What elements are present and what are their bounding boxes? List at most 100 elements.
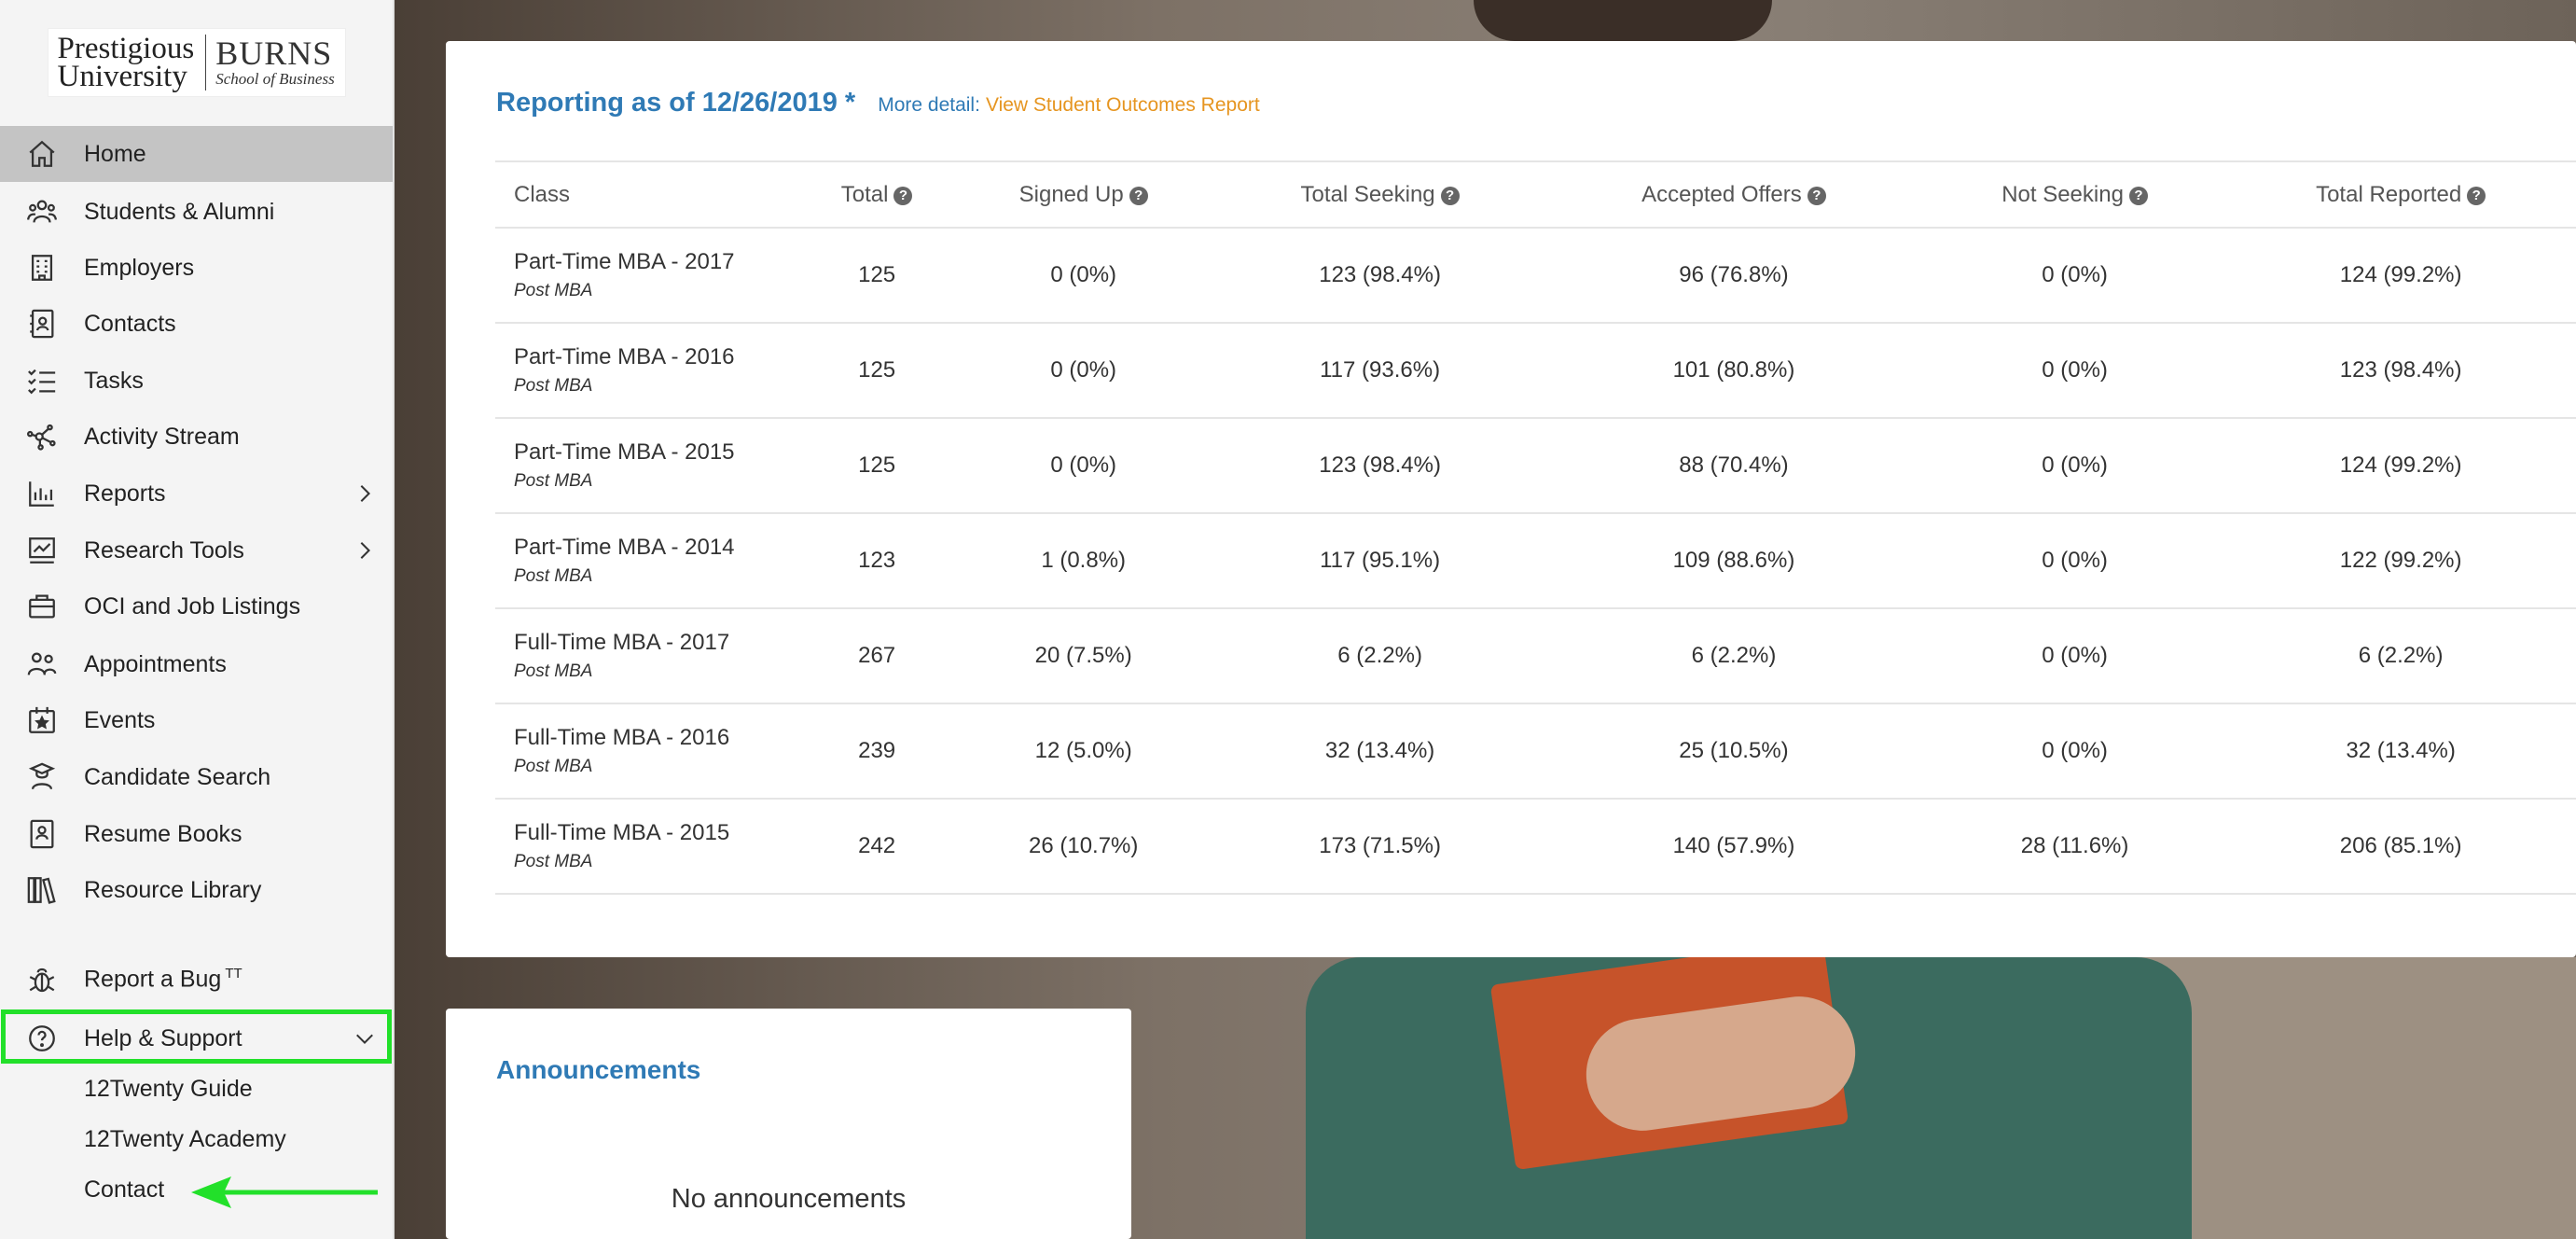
sidebar-item-report-bug[interactable]: Report a Bug TT xyxy=(0,952,393,1008)
total-cell: 267 xyxy=(858,643,896,668)
total-reported-cell: 206 (85.1%) xyxy=(2339,833,2462,858)
accepted-offers-cell: 96 (76.8%) xyxy=(1679,262,1789,287)
column-header-label: Total xyxy=(840,181,889,207)
table-row[interactable]: Full-Time MBA - 2015 Post MBA 242 26 (10.… xyxy=(495,799,2576,894)
class-cell: Part-Time MBA - 2014 Post MBA xyxy=(495,513,803,608)
column-header-not-seeking[interactable]: Not Seeking? xyxy=(1924,161,2225,228)
resume-book-icon xyxy=(0,818,84,850)
question-icon[interactable]: ? xyxy=(893,186,913,205)
accepted-offers-cell: 88 (70.4%) xyxy=(1679,452,1789,478)
sidebar-item-candidate-search[interactable]: Candidate Search xyxy=(0,749,393,805)
table-row[interactable]: Part-Time MBA - 2017 Post MBA 125 0 (0%) … xyxy=(495,228,2576,323)
total-cell: 239 xyxy=(858,738,896,763)
sidebar-item-home[interactable]: Home xyxy=(0,126,393,182)
signed-up-cell: 0 (0%) xyxy=(1050,262,1117,287)
sidebar-item-oci-job-listings[interactable]: OCI and Job Listings xyxy=(0,578,393,634)
column-header-label: Total Reported xyxy=(2316,181,2462,207)
signed-up-cell: 0 (0%) xyxy=(1050,452,1117,478)
table-row[interactable]: Full-Time MBA - 2017 Post MBA 267 20 (7.5… xyxy=(495,608,2576,703)
sidebar-item-label: Resume Books xyxy=(84,820,242,847)
sidebar-item-resume-books[interactable]: Resume Books xyxy=(0,806,393,862)
class-name: Full-Time MBA - 2017 xyxy=(514,630,730,655)
class-name: Part-Time MBA - 2015 xyxy=(514,439,735,465)
question-icon[interactable]: ? xyxy=(2467,186,2486,205)
green-arrow-annotation xyxy=(191,1176,378,1208)
sidebar-item-tasks[interactable]: Tasks xyxy=(0,353,393,409)
question-icon[interactable]: ? xyxy=(1440,186,1460,205)
calendar-star-icon xyxy=(0,704,84,736)
school-logo[interactable]: Prestigious University BURNS School of B… xyxy=(47,27,346,97)
sidebar-item-appointments[interactable]: Appointments xyxy=(0,636,393,692)
table-row[interactable]: Part-Time MBA - 2015 Post MBA 125 0 (0%) … xyxy=(495,418,2576,513)
logo-area: Prestigious University BURNS School of B… xyxy=(0,0,393,124)
class-subtitle: Post MBA xyxy=(514,852,593,871)
column-header-signed-up[interactable]: Signed Up? xyxy=(950,161,1216,228)
signed-up-cell: 0 (0%) xyxy=(1050,357,1117,383)
column-header-label: Not Seeking xyxy=(2001,181,2124,207)
class-subtitle: Post MBA xyxy=(514,757,593,776)
sidebar-item-contacts[interactable]: Contacts xyxy=(0,296,393,352)
sidebar-item-employers[interactable]: Employers xyxy=(0,240,393,296)
question-icon[interactable]: ? xyxy=(1129,186,1148,205)
table-row[interactable]: Part-Time MBA - 2014 Post MBA 123 1 (0.8%… xyxy=(495,513,2576,608)
building-icon xyxy=(0,252,84,284)
column-header-total[interactable]: Total? xyxy=(803,161,950,228)
accepted-offers-cell: 140 (57.9%) xyxy=(1672,833,1795,858)
total-cell: 125 xyxy=(858,357,896,383)
signed-up-cell: 20 (7.5%) xyxy=(1034,643,1132,668)
bar-chart-icon xyxy=(0,478,84,509)
column-header-total-reported[interactable]: Total Reported? xyxy=(2225,161,2576,228)
class-name: Part-Time MBA - 2016 xyxy=(514,344,735,369)
not-seeking-cell: 0 (0%) xyxy=(2042,643,2108,668)
library-icon xyxy=(0,874,84,906)
reporting-card: Reporting as of 12/26/2019 * More detail… xyxy=(446,41,2576,957)
column-header-accepted-offers[interactable]: Accepted Offers? xyxy=(1544,161,1924,228)
help-sub-item-contact[interactable]: Contact xyxy=(84,1176,164,1204)
table-row[interactable]: Full-Time MBA - 2016 Post MBA 239 12 (5.0… xyxy=(495,703,2576,799)
question-icon[interactable]: ? xyxy=(1807,186,1826,205)
table-row[interactable]: Part-Time MBA - 2016 Post MBA 125 0 (0%) … xyxy=(495,323,2576,418)
class-name: Part-Time MBA - 2017 xyxy=(514,249,735,274)
student-outcomes-report-link[interactable]: View Student Outcomes Report xyxy=(986,94,1260,117)
report-bug-label: Report a Bug TT xyxy=(84,966,393,993)
column-header-label: Total Seeking xyxy=(1300,181,1435,207)
total-cell: 125 xyxy=(858,452,896,478)
sidebar-item-research-tools[interactable]: Research Tools xyxy=(0,522,393,578)
sidebar-item-label: Employers xyxy=(84,254,195,281)
sidebar-item-events[interactable]: Events xyxy=(0,692,393,748)
sidebar-item-resource-library[interactable]: Resource Library xyxy=(0,862,393,918)
column-header-total-seeking[interactable]: Total Seeking? xyxy=(1216,161,1544,228)
class-name: Full-Time MBA - 2015 xyxy=(514,820,730,845)
contact-card-icon xyxy=(0,308,84,340)
class-subtitle: Post MBA xyxy=(514,471,593,491)
sidebar-item-label: Tasks xyxy=(84,367,144,394)
help-sub-item-academy[interactable]: 12Twenty Academy xyxy=(84,1126,286,1153)
total-reported-cell: 122 (99.2%) xyxy=(2339,548,2462,573)
not-seeking-cell: 0 (0%) xyxy=(2042,738,2108,763)
sidebar-item-students-alumni[interactable]: Students & Alumni xyxy=(0,184,393,240)
sidebar-item-label: Activity Stream xyxy=(84,423,240,450)
logo-school-name: BURNS School of Business xyxy=(206,36,335,89)
total-seeking-cell: 123 (98.4%) xyxy=(1319,262,1441,287)
appointments-icon xyxy=(0,648,84,680)
report-bug-text: Report a Bug xyxy=(84,966,222,993)
help-sub-item-guide[interactable]: 12Twenty Guide xyxy=(84,1076,253,1103)
column-header-class[interactable]: Class xyxy=(495,161,803,228)
not-seeking-cell: 0 (0%) xyxy=(2042,548,2108,573)
home-icon xyxy=(0,138,84,170)
logo-university-name: Prestigious University xyxy=(57,33,207,93)
sidebar-item-label: Events xyxy=(84,706,156,733)
total-seeking-cell: 173 (71.5%) xyxy=(1319,833,1441,858)
network-icon xyxy=(0,421,84,452)
sidebar-item-reports[interactable]: Reports xyxy=(0,466,393,522)
sidebar-item-activity-stream[interactable]: Activity Stream xyxy=(0,409,393,465)
table-header-row: Class Total? Signed Up? Total Seeking? A… xyxy=(495,161,2576,228)
total-cell: 123 xyxy=(858,548,896,573)
class-cell: Part-Time MBA - 2016 Post MBA xyxy=(495,323,803,418)
question-icon[interactable]: ? xyxy=(2128,186,2148,205)
sidebar-item-label: Candidate Search xyxy=(84,763,271,790)
accepted-offers-cell: 6 (2.2%) xyxy=(1691,643,1777,668)
logo-line-2: University xyxy=(57,59,187,93)
total-reported-cell: 124 (99.2%) xyxy=(2339,452,2462,478)
chevron-right-icon xyxy=(337,540,393,561)
